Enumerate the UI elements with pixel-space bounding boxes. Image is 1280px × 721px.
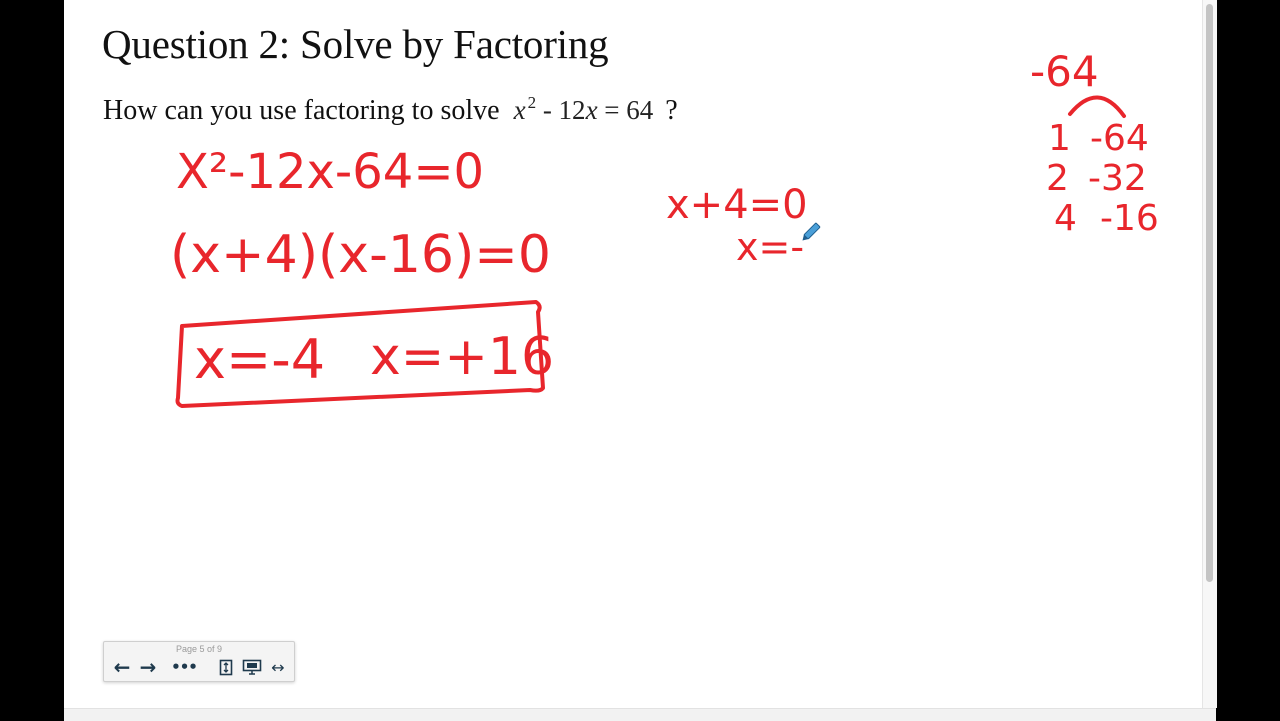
ink-step-line-2: x=-	[736, 225, 804, 269]
page-navigation-toolbar: Page 5 of 9 ← → ••• ↔	[103, 641, 295, 682]
arrow-right-icon[interactable]: →	[136, 655, 160, 679]
ink-factor-b: -16	[1100, 198, 1159, 239]
ink-factor-a: 4	[1054, 198, 1077, 239]
ink-factor-b: -32	[1088, 158, 1147, 199]
fit-page-icon[interactable]	[241, 656, 263, 678]
ink-factor-target: -64	[1030, 47, 1099, 96]
more-dots-icon[interactable]: •••	[170, 656, 198, 678]
ink-factor-a: 1	[1048, 118, 1071, 159]
ink-factor-a: 2	[1046, 158, 1069, 199]
ink-standard-form: X²-12x-64=0	[176, 144, 484, 200]
page-indicator: Page 5 of 9	[175, 644, 223, 654]
ink-factor-pairs: 1 -64 2 -32 4 -16	[1046, 118, 1159, 239]
ink-factor-arc	[1068, 95, 1126, 118]
fit-height-icon[interactable]	[216, 656, 236, 678]
fit-width-icon[interactable]: ↔	[268, 656, 288, 678]
ink-factored-form: (x+4)(x-16)=0	[170, 225, 551, 285]
handwriting-layer: X²-12x-64=0 (x+4)(x-16)=0 x=-4 x=+16 x+4…	[170, 47, 1159, 408]
ink-solution-1: x=-4	[194, 328, 325, 391]
arrow-left-icon[interactable]: ←	[110, 655, 134, 679]
ink-step-line-1: x+4=0	[666, 182, 808, 228]
ink-solution-2: x=+16	[370, 327, 554, 387]
ink-factor-b: -64	[1090, 118, 1149, 159]
